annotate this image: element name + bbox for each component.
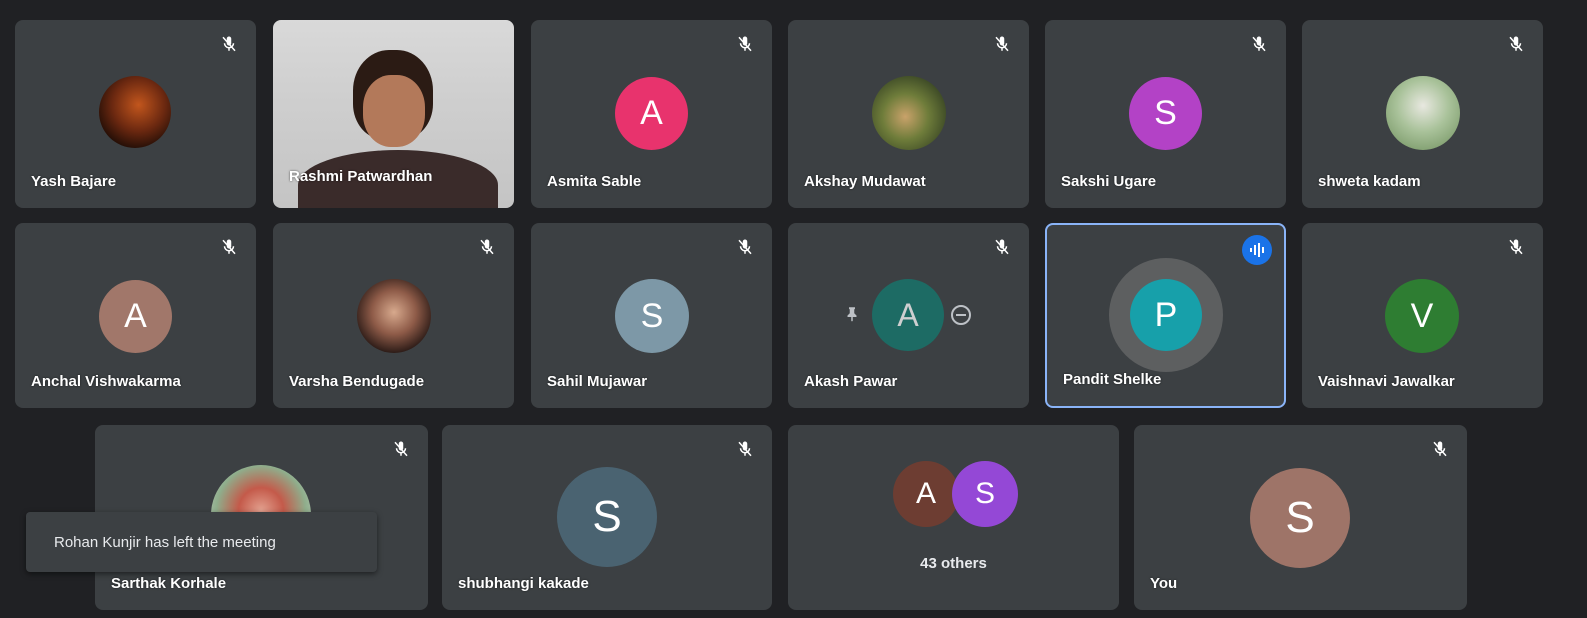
participant-tile-varsha-bendugade[interactable]: Varsha Bendugade <box>273 223 514 408</box>
participant-name: Anchal Vishwakarma <box>31 373 181 390</box>
participant-tile-asmita-sable[interactable]: A Asmita Sable <box>531 20 772 208</box>
mic-off-icon <box>995 239 1009 255</box>
avatar-photo <box>872 76 946 150</box>
participant-name: shweta kadam <box>1318 173 1421 190</box>
participant-name: Pandit Shelke <box>1063 371 1162 388</box>
avatar: A <box>99 280 172 353</box>
avatar: A <box>615 77 688 150</box>
participant-name: Sarthak Korhale <box>111 575 227 592</box>
mic-off-icon <box>480 239 494 255</box>
avatar: S <box>557 467 657 567</box>
notification-toast: Rohan Kunjir has left the meeting <box>26 512 377 572</box>
participant-tile-rashmi-patwardhan[interactable]: Rashmi Patwardhan <box>273 20 514 208</box>
mic-off-icon <box>738 441 752 457</box>
mic-off-icon <box>738 36 752 52</box>
participant-tile-akshay-mudawat[interactable]: Akshay Mudawat <box>788 20 1029 208</box>
avatar: P <box>1130 279 1202 351</box>
mic-off-icon <box>1433 441 1447 457</box>
avatar: S <box>615 279 689 353</box>
participant-tile-sakshi-ugare[interactable]: S Sakshi Ugare <box>1045 20 1286 208</box>
mic-off-icon <box>738 239 752 255</box>
participant-tile-shubhangi-kakade[interactable]: S shubhangi kakade <box>442 425 772 610</box>
mic-off-icon <box>1509 239 1523 255</box>
participant-tile-you[interactable]: S You <box>1134 425 1467 610</box>
participant-name: Sahil Mujawar <box>547 373 648 390</box>
participant-tile-shweta-kadam[interactable]: shweta kadam <box>1302 20 1543 208</box>
participant-tile-vaishnavi-jawalkar[interactable]: V Vaishnavi Jawalkar <box>1302 223 1543 408</box>
participant-name: Varsha Bendugade <box>289 373 425 390</box>
mic-off-icon <box>222 239 236 255</box>
avatar: S <box>1129 77 1202 150</box>
pin-icon <box>847 307 857 322</box>
participant-name: Rashmi Patwardhan <box>289 168 433 185</box>
others-count-label: 43 others <box>920 555 987 572</box>
participant-name: shubhangi kakade <box>458 575 589 592</box>
mic-off-icon <box>1252 36 1266 52</box>
mic-off-icon <box>222 36 236 52</box>
avatar: V <box>1385 279 1459 353</box>
mic-off-icon <box>1509 36 1523 52</box>
participant-name: Vaishnavi Jawalkar <box>1318 373 1455 390</box>
participant-tile-akash-pawar[interactable]: A Akash Pawar <box>788 223 1029 408</box>
others-avatar-2: S <box>952 461 1018 527</box>
speaking-indicator <box>1242 235 1272 265</box>
participant-tile-sahil-mujawar[interactable]: S Sahil Mujawar <box>531 223 772 408</box>
participant-tile-yash-bajare[interactable]: Yash Bajare <box>15 20 256 208</box>
avatar-photo <box>99 76 171 148</box>
avatar-photo <box>1386 76 1460 150</box>
participant-name: Asmita Sable <box>547 173 642 190</box>
toast-message: Rohan Kunjir has left the meeting <box>54 533 276 551</box>
avatar: S <box>1250 468 1350 568</box>
participant-tile-anchal-vishwakarma[interactable]: A Anchal Vishwakarma <box>15 223 256 408</box>
remove-button[interactable] <box>949 303 973 333</box>
audio-wave-icon <box>1250 243 1264 257</box>
others-avatar-1: A <box>893 461 959 527</box>
participant-name: Akshay Mudawat <box>804 173 926 190</box>
participant-tile-others[interactable]: A S 43 others <box>788 425 1119 610</box>
participant-name: Yash Bajare <box>31 173 117 190</box>
participant-tile-pandit-shelke[interactable]: P Pandit Shelke <box>1045 223 1286 408</box>
mic-off-icon <box>995 36 1009 52</box>
pin-button[interactable] <box>843 303 861 331</box>
participant-name: You <box>1150 575 1178 592</box>
avatar-photo <box>357 279 431 353</box>
participant-name: Akash Pawar <box>804 373 898 390</box>
mic-off-icon <box>394 441 408 457</box>
participant-name: Sakshi Ugare <box>1061 173 1157 190</box>
remove-circle-icon <box>951 305 971 325</box>
avatar: A <box>872 279 944 351</box>
